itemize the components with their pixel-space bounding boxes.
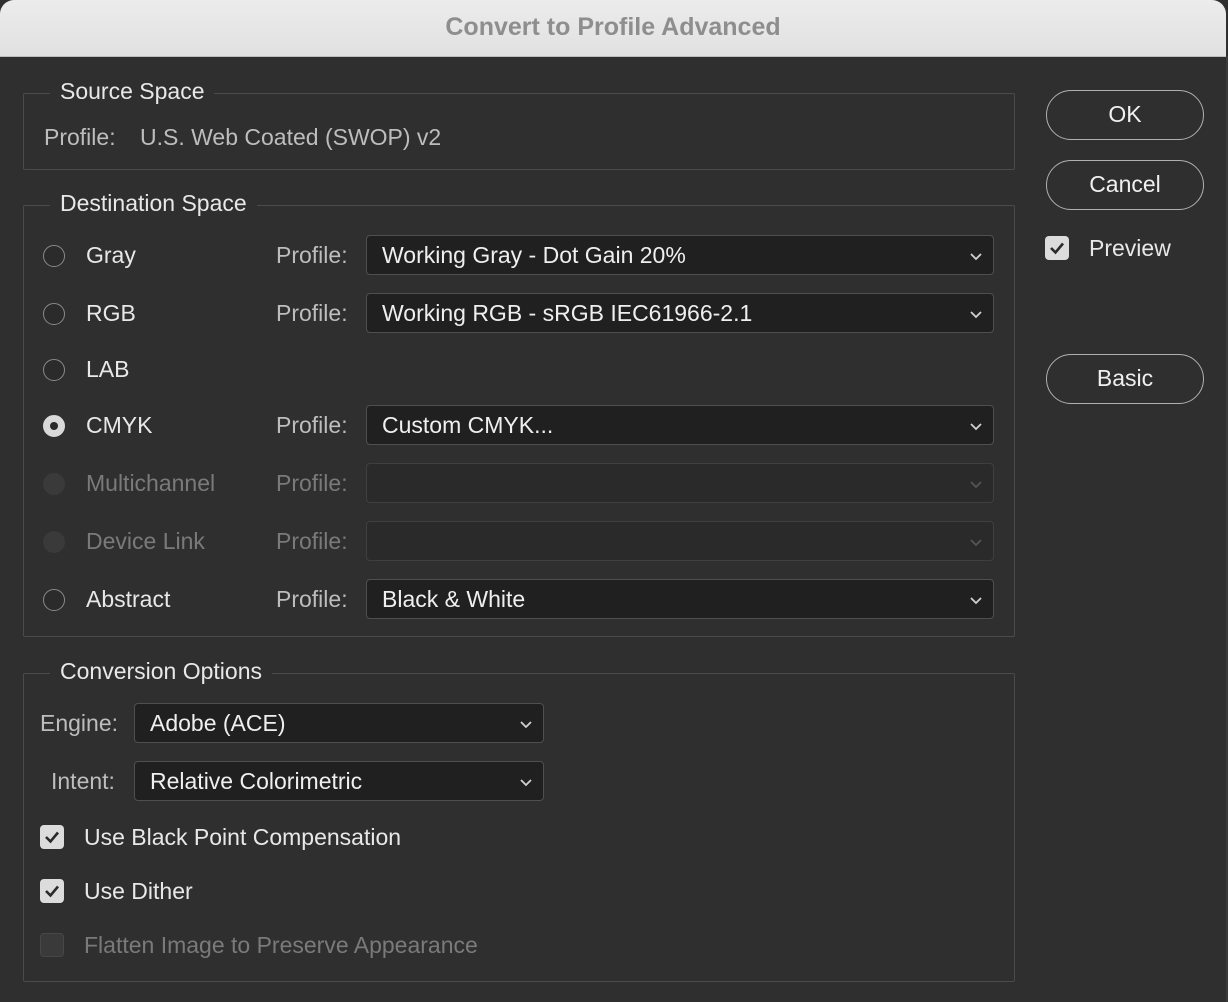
- black-point-label: Use Black Point Compensation: [84, 824, 402, 850]
- gray-profile-value: Working Gray - Dot Gain 20%: [382, 242, 686, 268]
- device-link-label: Device Link: [86, 528, 205, 554]
- engine-label: Engine:: [40, 710, 119, 736]
- multichannel-radio: [43, 473, 65, 495]
- engine-select[interactable]: Adobe (ACE): [134, 703, 544, 743]
- cancel-button[interactable]: Cancel: [1046, 160, 1204, 210]
- source-space-legend: Source Space: [50, 77, 215, 105]
- gray-profile-label: Profile:: [276, 242, 348, 268]
- cmyk-profile-select[interactable]: Custom CMYK...: [366, 405, 994, 445]
- abstract-profile-label: Profile:: [276, 586, 348, 612]
- chevron-down-icon: [970, 597, 982, 605]
- window-title: Convert to Profile Advanced: [445, 13, 781, 41]
- rgb-label: RGB: [86, 300, 136, 326]
- source-profile-label: Profile:: [44, 124, 116, 150]
- cmyk-profile-label: Profile:: [276, 412, 348, 438]
- abstract-profile-select[interactable]: Black & White: [366, 579, 994, 619]
- rgb-profile-value: Working RGB - sRGB IEC61966-2.1: [382, 300, 753, 326]
- chevron-down-icon: [970, 539, 982, 547]
- abstract-radio[interactable]: [43, 589, 65, 611]
- abstract-label: Abstract: [86, 586, 171, 612]
- checkmark-icon: [1050, 242, 1064, 255]
- conversion-options-legend: Conversion Options: [50, 657, 272, 685]
- cmyk-profile-value: Custom CMYK...: [382, 412, 554, 438]
- engine-value: Adobe (ACE): [150, 710, 286, 736]
- abstract-profile-value: Black & White: [382, 586, 526, 612]
- device-link-radio: [43, 531, 65, 553]
- preview-label: Preview: [1089, 235, 1171, 261]
- rgb-radio[interactable]: [43, 303, 65, 325]
- gray-radio[interactable]: [43, 245, 65, 267]
- multichannel-profile-label: Profile:: [276, 470, 348, 496]
- chevron-down-icon: [970, 423, 982, 431]
- source-profile-value: U.S. Web Coated (SWOP) v2: [140, 124, 442, 150]
- destination-space-legend: Destination Space: [50, 189, 257, 217]
- intent-label: Intent:: [51, 768, 115, 794]
- preview-checkbox[interactable]: [1045, 236, 1069, 260]
- chevron-down-icon: [970, 311, 982, 319]
- device-link-profile-label: Profile:: [276, 528, 348, 554]
- device-link-profile-select: [366, 521, 994, 561]
- chevron-down-icon: [520, 779, 532, 787]
- chevron-down-icon: [970, 481, 982, 489]
- black-point-checkbox[interactable]: [40, 825, 64, 849]
- lab-radio[interactable]: [43, 359, 65, 381]
- flatten-label: Flatten Image to Preserve Appearance: [84, 932, 478, 958]
- flatten-checkbox: [40, 933, 64, 957]
- gray-label: Gray: [86, 242, 136, 268]
- basic-button[interactable]: Basic: [1046, 354, 1204, 404]
- rgb-profile-label: Profile:: [276, 300, 348, 326]
- dither-checkbox[interactable]: [40, 879, 64, 903]
- multichannel-profile-select: [366, 463, 994, 503]
- lab-label: LAB: [86, 356, 130, 382]
- dither-label: Use Dither: [84, 878, 193, 904]
- ok-button[interactable]: OK: [1046, 90, 1204, 140]
- rgb-profile-select[interactable]: Working RGB - sRGB IEC61966-2.1: [366, 293, 994, 333]
- multichannel-label: Multichannel: [86, 470, 216, 496]
- cmyk-label: CMYK: [86, 412, 153, 438]
- checkmark-icon: [45, 885, 59, 898]
- gray-profile-select[interactable]: Working Gray - Dot Gain 20%: [366, 235, 994, 275]
- title-bar: Convert to Profile Advanced: [0, 0, 1226, 57]
- intent-value: Relative Colorimetric: [150, 768, 363, 794]
- cmyk-radio[interactable]: [43, 415, 65, 437]
- intent-select[interactable]: Relative Colorimetric: [134, 761, 544, 801]
- chevron-down-icon: [520, 721, 532, 729]
- checkmark-icon: [45, 831, 59, 844]
- chevron-down-icon: [970, 253, 982, 261]
